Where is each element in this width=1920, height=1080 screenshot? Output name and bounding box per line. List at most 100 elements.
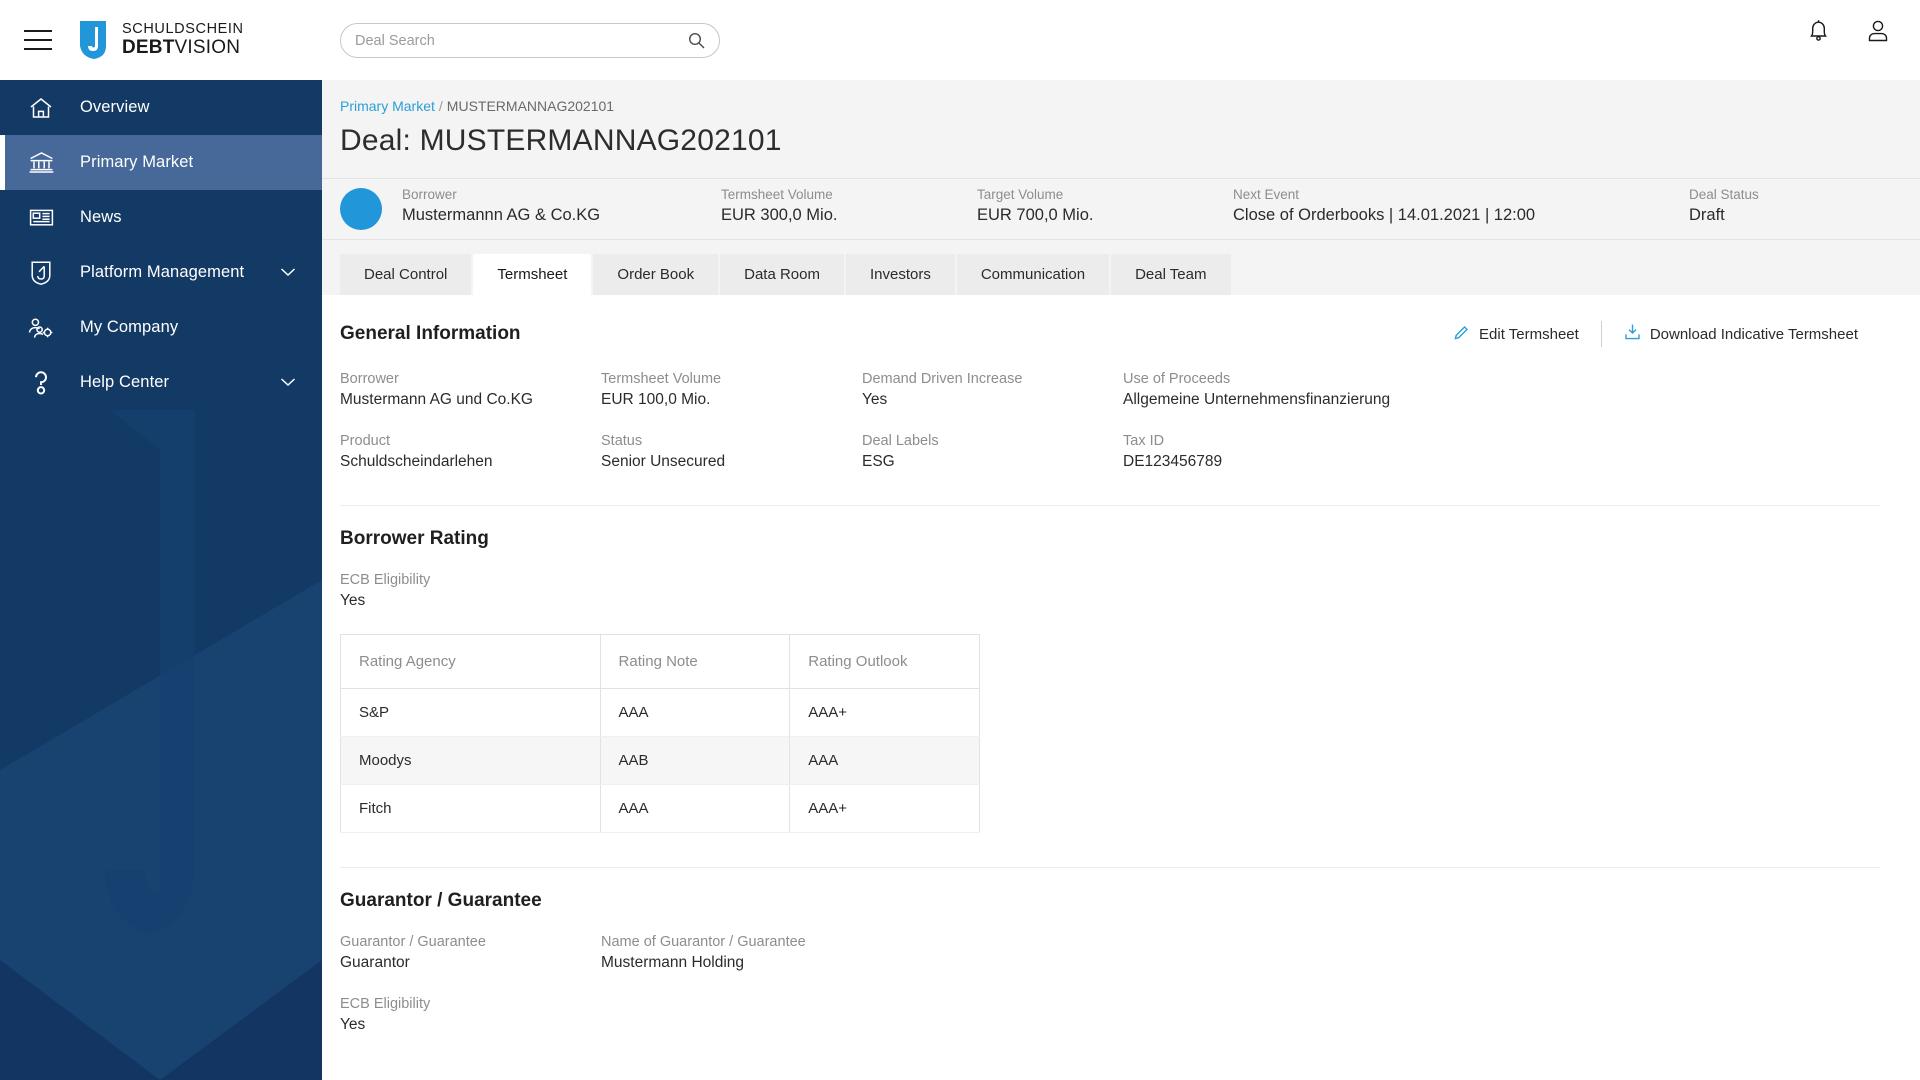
field-label: Termsheet Volume bbox=[601, 371, 722, 387]
borrower-rating-section: Borrower Rating ECB Eligibility Yes Rati… bbox=[340, 528, 1880, 833]
search-icon[interactable] bbox=[688, 32, 705, 49]
page-title: Deal: MUSTERMANNAG202101 bbox=[340, 124, 782, 157]
sidebar-item-overview[interactable]: Overview bbox=[0, 80, 322, 135]
tab-communication[interactable]: Communication bbox=[956, 254, 1112, 295]
sidebar-nav: Overview Primary Market News Platform Ma… bbox=[0, 80, 322, 410]
general-information-title: General Information bbox=[340, 323, 521, 344]
sidebar-item-my-company[interactable]: My Company bbox=[0, 300, 322, 355]
tab-termsheet[interactable]: Termsheet bbox=[473, 254, 594, 295]
guarantor-fields: Guarantor / Guarantee Guarantor Name of … bbox=[340, 934, 1880, 996]
column-rating-agency: Rating Agency bbox=[340, 634, 601, 689]
field-ecb-eligibility-guarantor: ECB Eligibility Yes bbox=[340, 996, 1880, 1034]
newspaper-icon bbox=[24, 204, 58, 232]
breadcrumb-separator: / bbox=[438, 98, 443, 114]
field-label: Guarantor / Guarantee bbox=[340, 934, 486, 950]
summary-label: Borrower bbox=[402, 187, 457, 202]
sidebar-item-primary-market[interactable]: Primary Market bbox=[0, 135, 322, 190]
sidebar: Overview Primary Market News Platform Ma… bbox=[0, 80, 322, 1080]
guarantor-section: Guarantor / Guarantee Guarantor / Guaran… bbox=[340, 890, 1880, 1034]
top-bar: SCHULDSCHEIN DEBTVISION bbox=[0, 0, 1920, 80]
field-label: ECB Eligibility bbox=[340, 572, 431, 588]
summary-field-termsheet-volume: Termsheet Volume EUR 300,0 Mio. bbox=[721, 187, 837, 225]
field-label: Name of Guarantor / Guarantee bbox=[601, 934, 806, 950]
sidebar-label: Overview bbox=[80, 98, 150, 116]
download-icon bbox=[1624, 323, 1641, 345]
bank-icon bbox=[24, 149, 58, 177]
summary-value: EUR 300,0 Mio. bbox=[721, 206, 838, 224]
cell-agency: Moodys bbox=[340, 736, 601, 785]
general-information-header: General Information Edit Termsheet Downl… bbox=[340, 321, 1880, 347]
sidebar-item-news[interactable]: News bbox=[0, 190, 322, 245]
sidebar-label: Platform Management bbox=[80, 263, 245, 281]
tab-deal-team[interactable]: Deal Team bbox=[1111, 254, 1233, 295]
main-content: Primary Market / MUSTERMANNAG202101 Deal: … bbox=[322, 80, 1920, 1080]
user-icon[interactable] bbox=[1866, 18, 1890, 44]
tab-data-room[interactable]: Data Room bbox=[720, 254, 846, 295]
summary-label: Next Event bbox=[1233, 187, 1300, 202]
column-rating-note: Rating Note bbox=[600, 634, 791, 689]
field-label: Status bbox=[601, 433, 643, 449]
summary-field-next-event: Next Event Close of Orderbooks | 14.01.2… bbox=[1233, 187, 1535, 225]
breadcrumb-current: MUSTERMANNAG202101 bbox=[446, 98, 615, 114]
breadcrumb-root-link[interactable]: Primary Market bbox=[340, 98, 435, 114]
sidebar-label: Primary Market bbox=[80, 153, 194, 171]
field-value: Yes bbox=[862, 391, 888, 408]
pencil-icon bbox=[1453, 324, 1470, 345]
search-box[interactable] bbox=[340, 23, 720, 58]
summary-field-target-volume: Target Volume EUR 700,0 Mio. bbox=[977, 187, 1093, 225]
download-indicative-termsheet-button[interactable]: Download Indicative Termsheet bbox=[1602, 321, 1880, 347]
table-row[interactable]: Moodys AAB AAA bbox=[340, 736, 980, 785]
table-row[interactable]: S&P AAA AAA+ bbox=[340, 688, 980, 737]
search-input[interactable] bbox=[341, 32, 688, 49]
summary-value: EUR 700,0 Mio. bbox=[977, 206, 1094, 224]
deal-tabs: Deal Control Termsheet Order Book Data R… bbox=[322, 254, 1920, 295]
sidebar-item-platform-management[interactable]: Platform Management bbox=[0, 245, 322, 300]
field-use-of-proceeds: Use of Proceeds Allgemeine Unternehmensf… bbox=[1123, 371, 1880, 409]
breadcrumb: Primary Market / MUSTERMANNAG202101 bbox=[322, 80, 1920, 114]
tab-order-book[interactable]: Order Book bbox=[593, 254, 721, 295]
chevron-down-icon[interactable] bbox=[280, 264, 296, 282]
cell-note: AAB bbox=[600, 736, 791, 785]
field-label: Use of Proceeds bbox=[1123, 371, 1231, 387]
field-value: Mustermann Holding bbox=[601, 954, 745, 971]
summary-field-deal-status: Deal Status Draft bbox=[1689, 187, 1759, 225]
field-status: Status Senior Unsecured bbox=[601, 433, 862, 471]
field-guarantor-guarantee: Guarantor / Guarantee Guarantor bbox=[340, 934, 601, 972]
edit-termsheet-label: Edit Termsheet bbox=[1479, 325, 1579, 343]
summary-value: Draft bbox=[1689, 206, 1725, 224]
field-value: Allgemeine Unternehmensfinanzierung bbox=[1123, 391, 1391, 408]
cell-outlook: AAA bbox=[789, 736, 980, 785]
chevron-down-icon[interactable] bbox=[280, 374, 296, 392]
sidebar-item-help-center[interactable]: Help Center bbox=[0, 355, 322, 410]
tab-deal-control[interactable]: Deal Control bbox=[340, 254, 474, 295]
edit-termsheet-button[interactable]: Edit Termsheet bbox=[1431, 321, 1601, 347]
field-deal-labels: Deal Labels ESG bbox=[862, 433, 1123, 471]
table-row[interactable]: Fitch AAA AAA+ bbox=[340, 784, 980, 833]
field-value: Mustermann AG und Co.KG bbox=[340, 391, 533, 408]
sidebar-label: My Company bbox=[80, 318, 179, 336]
field-value: Guarantor bbox=[340, 954, 410, 971]
bell-icon[interactable] bbox=[1807, 18, 1830, 44]
summary-label: Termsheet Volume bbox=[721, 187, 833, 202]
hamburger-icon[interactable] bbox=[24, 30, 52, 50]
summary-value: Close of Orderbooks | 14.01.2021 | 12:00 bbox=[1233, 206, 1536, 224]
field-value: EUR 100,0 Mio. bbox=[601, 391, 711, 408]
summary-field-borrower: Borrower Mustermannn AG & Co.KG bbox=[402, 187, 600, 225]
logo-line-2-light: VISION bbox=[174, 36, 241, 58]
field-borrower: Borrower Mustermann AG und Co.KG bbox=[340, 371, 601, 409]
sidebar-label: News bbox=[80, 208, 122, 226]
guarantor-title: Guarantor / Guarantee bbox=[340, 890, 542, 911]
borrower-rating-title: Borrower Rating bbox=[340, 528, 489, 549]
logo-line-1: SCHULDSCHEIN bbox=[122, 20, 244, 37]
cell-note: AAA bbox=[600, 784, 791, 833]
termsheet-actions: Edit Termsheet Download Indicative Terms… bbox=[1431, 321, 1880, 347]
field-label: Demand Driven Increase bbox=[862, 371, 1023, 387]
field-value: DE123456789 bbox=[1123, 453, 1223, 470]
termsheet-panel: General Information Edit Termsheet Downl… bbox=[322, 295, 1920, 1080]
brand-logo[interactable]: SCHULDSCHEIN DEBTVISION bbox=[76, 19, 244, 61]
tab-investors[interactable]: Investors bbox=[845, 254, 957, 295]
download-termsheet-label: Download Indicative Termsheet bbox=[1649, 325, 1858, 343]
field-label: Tax ID bbox=[1123, 433, 1165, 449]
field-label: Product bbox=[340, 433, 390, 449]
borrower-rating-table: Rating Agency Rating Note Rating Outlook… bbox=[340, 634, 980, 833]
